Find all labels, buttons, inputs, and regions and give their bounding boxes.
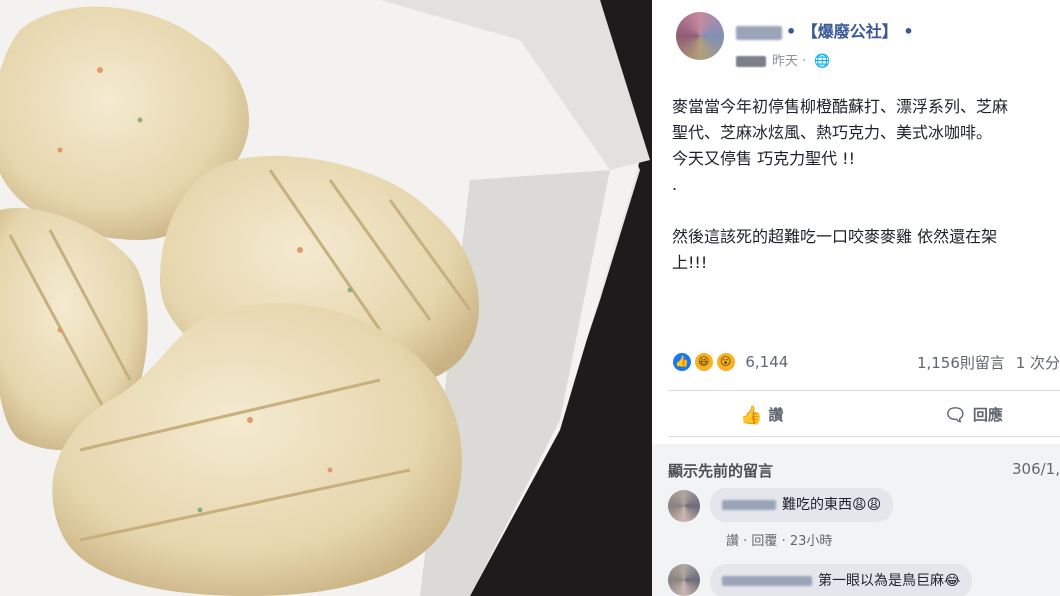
divider — [668, 390, 1060, 391]
comment-button[interactable]: 🗨 回應 — [944, 404, 1003, 426]
view-previous-comments[interactable]: 顯示先前的留言 — [668, 460, 773, 481]
post-header: • 【爆廢公社】 • 昨天 · 🌐 — [652, 0, 1060, 80]
facebook-post: • 【爆廢公社】 • 昨天 · 🌐 麥當當今年初停售柳橙酷蘇打、漂浮系列、芝麻 … — [652, 0, 1060, 596]
post-stats: 1,156則留言 1 次分 — [917, 352, 1060, 373]
nuggets-image — [0, 0, 652, 596]
comments-shown-count: 306/1, — [1012, 460, 1060, 478]
comment-count[interactable]: 1,156則留言 — [917, 354, 1005, 372]
haha-reaction-icon: 😆 — [693, 352, 714, 372]
blurred-author-name — [736, 25, 782, 40]
comment-meta: 讚 · 回覆 · 23小時 — [726, 534, 833, 549]
author-name[interactable]: • 【爆廢公社】 • — [736, 18, 914, 42]
commenter-avatar[interactable] — [668, 564, 700, 596]
blurred-commenter-name[interactable] — [722, 500, 776, 510]
group-name[interactable]: • 【爆廢公社】 • — [786, 22, 914, 41]
post-timestamp[interactable]: 昨天 · — [772, 54, 810, 69]
reaction-count: 6,144 — [745, 353, 789, 371]
author-avatar[interactable] — [676, 12, 724, 60]
comment-like-link[interactable]: 讚 — [726, 534, 739, 549]
blurred-meta — [736, 56, 766, 67]
like-reaction-icon: 👍 — [672, 352, 692, 372]
commenter-avatar[interactable] — [668, 490, 700, 522]
comments-section: 顯示先前的留言 306/1, 難吃的東西😩😩 讚 · 回覆 · 23小時 第一眼… — [652, 444, 1060, 596]
divider — [668, 436, 1060, 437]
globe-icon: 🌐 — [814, 54, 831, 69]
comment-label: 回應 — [972, 406, 1003, 424]
comment-text: 第一眼以為是鳥巨麻😂 — [818, 573, 961, 589]
speech-bubble-icon: 🗨 — [944, 405, 967, 426]
wow-reaction-icon: 😮 — [715, 352, 736, 372]
post-text: 麥當當今年初停售柳橙酷蘇打、漂浮系列、芝麻 聖代、芝麻冰炫風、熱巧克力、美式冰咖… — [672, 97, 1009, 272]
comment-reply-link[interactable]: 回覆 — [751, 534, 777, 549]
thumbs-up-icon: 👍 — [740, 405, 763, 426]
like-button[interactable]: 👍 讚 — [740, 404, 783, 426]
blurred-commenter-name[interactable] — [722, 576, 812, 586]
comment-text: 難吃的東西😩😩 — [782, 497, 882, 513]
like-label: 讚 — [768, 406, 784, 424]
share-count[interactable]: 1 次分 — [1016, 354, 1060, 372]
comment-time[interactable]: 23小時 — [790, 534, 833, 549]
comment-bubble: 第一眼以為是鳥巨麻😂 — [710, 564, 973, 596]
post-meta: 昨天 · 🌐 — [736, 50, 831, 69]
post-photo[interactable] — [0, 0, 652, 596]
comment-bubble: 難吃的東西😩😩 — [710, 488, 894, 522]
